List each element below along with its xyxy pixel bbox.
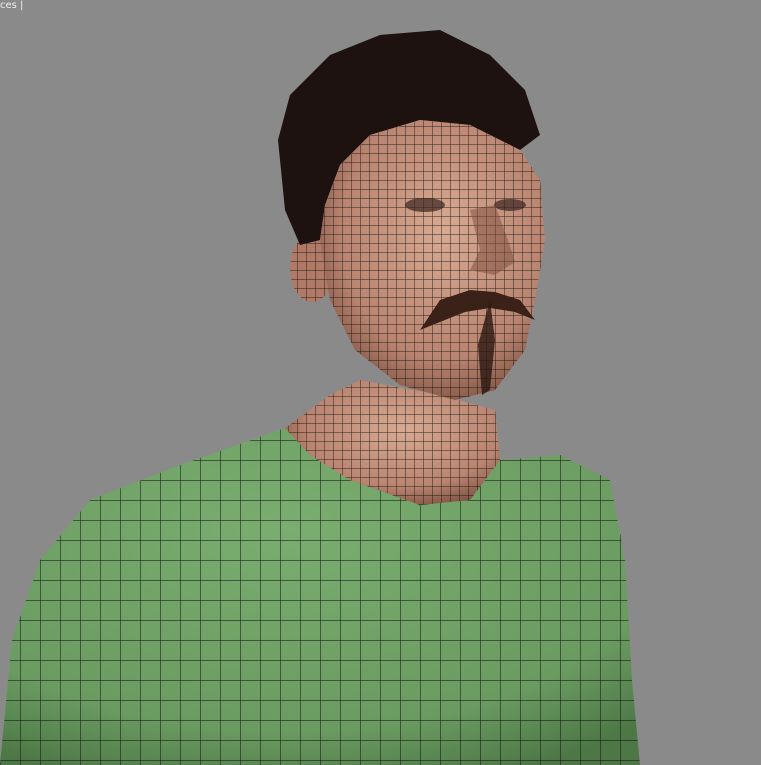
3d-viewport[interactable]: ces |: [0, 0, 761, 765]
shirt-mesh: [0, 428, 640, 765]
wireframe-model[interactable]: [0, 0, 761, 765]
viewport-label[interactable]: ces |: [0, 0, 26, 12]
